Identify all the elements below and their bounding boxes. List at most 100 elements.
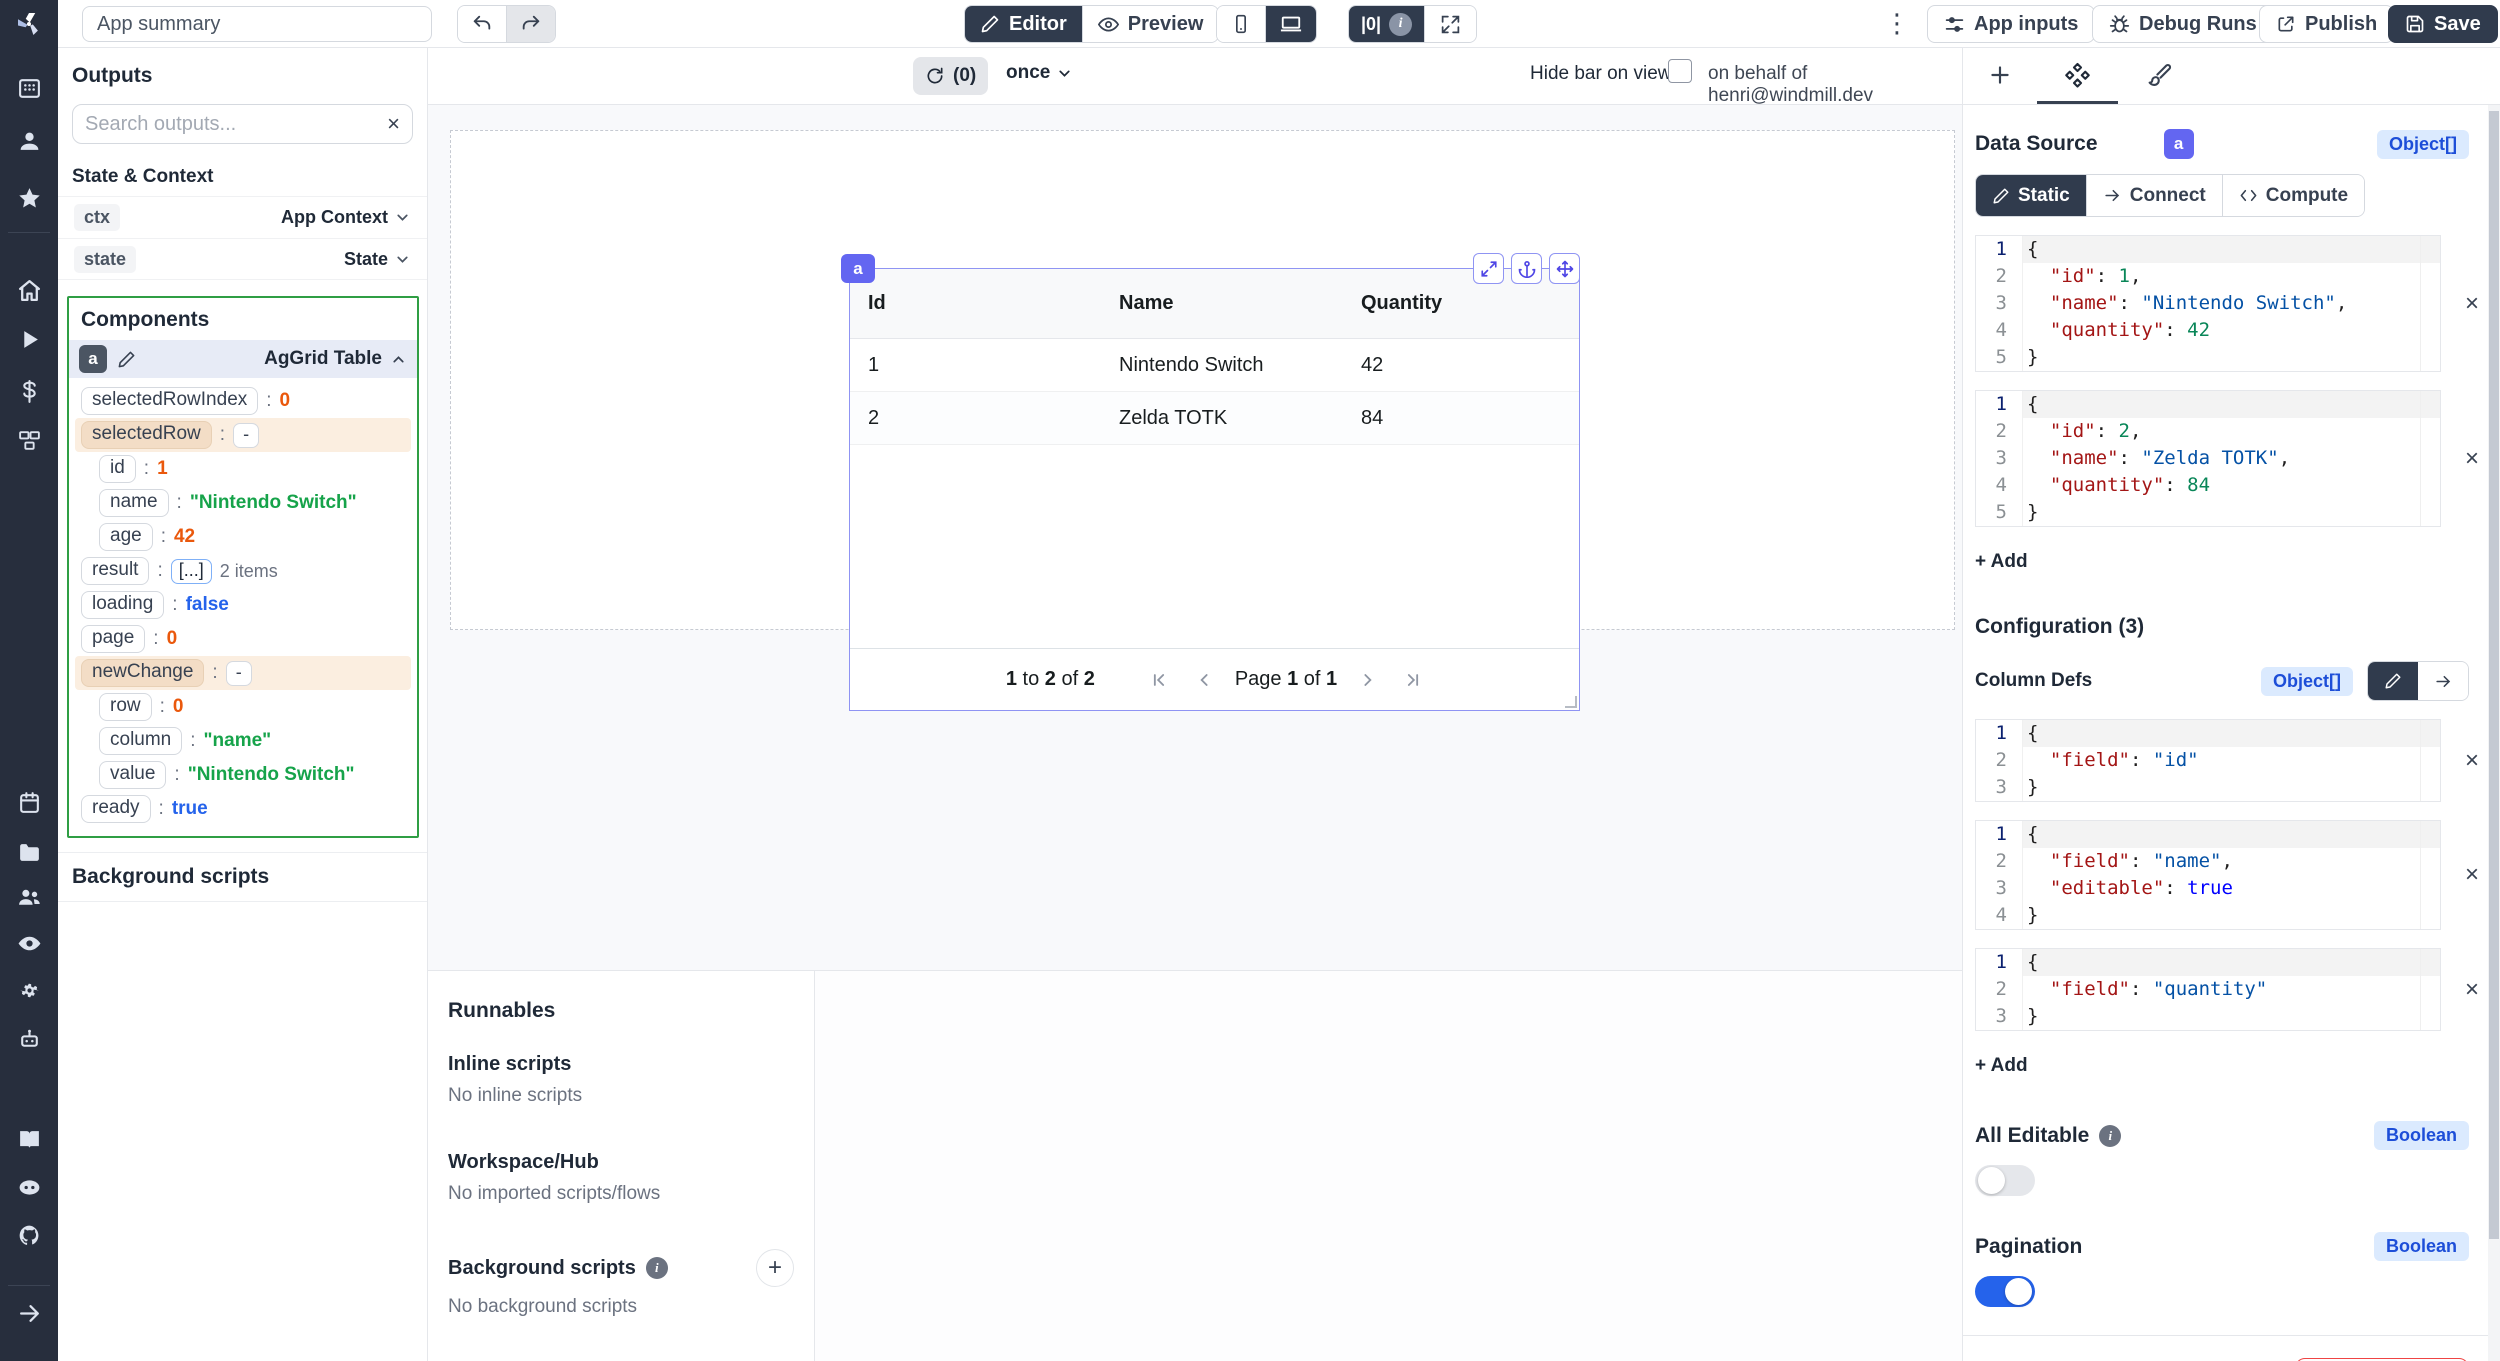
sidebar-item-github[interactable] [0,1220,58,1250]
add-data-item-button[interactable]: + Add [1975,551,2028,573]
styling-tab[interactable] [2147,62,2172,87]
add-background-script-button[interactable]: + [756,1249,794,1287]
remove-item-button[interactable]: × [2465,292,2479,316]
expand-component-button[interactable] [1473,253,1504,284]
editor-mode-button[interactable]: Editor [965,6,1082,42]
sidebar-item-apps[interactable] [0,73,58,103]
schedule-dropdown[interactable]: once [1006,62,1073,84]
refresh-count-button[interactable]: (0) [913,57,988,95]
state-key-chip[interactable]: state [74,246,136,273]
insert-component-tab[interactable] [1987,62,2013,88]
output-expand-array[interactable]: [...] [171,559,212,584]
sidebar-item-home[interactable] [0,275,58,305]
hide-bar-checkbox[interactable] [1668,59,1692,83]
pagination-toggle[interactable] [1975,1276,2035,1307]
output-key-chip[interactable]: name [99,489,169,517]
last-page-button[interactable] [1403,670,1423,690]
save-button[interactable]: Save [2388,5,2498,43]
column-header-id[interactable]: Id [868,292,1119,315]
state-key-chip[interactable]: ctx [74,204,120,231]
prev-page-button[interactable] [1195,670,1215,690]
data-source-editor-2[interactable]: 1{2 "id": 2,3 "name": "Zelda TOTK",4 "qu… [1975,390,2441,527]
next-page-button[interactable] [1357,670,1377,690]
app-inputs-button[interactable]: App inputs [1927,5,2095,43]
column-def-editor-2[interactable]: 1{2 "field": "name",3 "editable": true4} [1975,820,2441,930]
edit-id-icon[interactable] [117,350,136,369]
component-settings-tab[interactable] [2064,62,2091,89]
sidebar-item-play[interactable] [0,324,58,354]
add-column-def-button[interactable]: + Add [1975,1055,2028,1077]
output-key-chip[interactable]: selectedRow [81,421,212,449]
app-summary-input[interactable] [82,6,432,42]
output-key-chip[interactable]: ready [81,795,151,823]
data-source-editor-1[interactable]: 1{2 "id": 1,3 "name": "Nintendo Switch",… [1975,235,2441,372]
output-key-chip[interactable]: page [81,625,145,653]
sidebar-item-users[interactable] [0,882,58,912]
sidebar-item-folder[interactable] [0,837,58,867]
first-page-button[interactable] [1149,670,1169,690]
compute-tab[interactable]: Compute [2222,175,2364,216]
output-key-chip[interactable]: loading [81,591,164,619]
move-component-button[interactable] [1549,253,1580,284]
sidebar-item-discord[interactable] [0,1172,58,1202]
column-def-editor-3[interactable]: 1{2 "field": "quantity"3} [1975,948,2441,1031]
table-row[interactable]: 1Nintendo Switch42 [850,339,1579,392]
remove-item-button[interactable]: × [2465,749,2479,773]
aggrid-table-component[interactable]: a IdNameQuantity 1Nintendo Switch422Zeld… [849,268,1580,711]
sidebar-item-blocks[interactable] [0,425,58,455]
output-key-chip[interactable]: row [99,693,152,721]
state-row-state[interactable]: stateState [58,238,427,280]
sidebar-item-book[interactable] [0,1124,58,1154]
inline-scripts-title: Inline scripts [448,1053,794,1076]
component-type-label[interactable]: AgGrid Table [264,348,407,370]
sidebar-item-gear[interactable] [0,975,58,1005]
search-outputs-input[interactable] [85,113,387,136]
column-header-quantity[interactable]: Quantity [1361,292,1579,315]
column-header-name[interactable]: Name [1119,292,1361,315]
sidebar-item-calendar[interactable] [0,787,58,817]
preview-mode-button[interactable]: Preview [1082,6,1219,42]
output-key-chip[interactable]: column [99,727,182,755]
connect-mode-button[interactable] [2418,662,2468,700]
fullscreen-button[interactable] [1424,6,1476,42]
remove-item-button[interactable]: × [2465,863,2479,887]
table-row[interactable]: 2Zelda TOTK84 [850,392,1579,445]
sidebar-item-dollar[interactable] [0,376,58,406]
component-header[interactable]: a AgGrid Table [69,340,417,378]
sidebar-item-robot[interactable] [0,1024,58,1054]
output-key-chip[interactable]: result [81,557,149,585]
zero-padding-toggle[interactable]: |0| i [1349,6,1424,42]
column-def-editor-1[interactable]: 1{2 "field": "id"3} [1975,719,2441,802]
desktop-view-button[interactable] [1265,6,1316,42]
redo-button[interactable] [506,6,555,42]
publish-button[interactable]: Publish [2259,5,2394,43]
apps-icon [17,76,42,101]
resize-handle[interactable] [1565,696,1577,708]
debug-runs-button[interactable]: Debug Runs [2092,5,2274,43]
mobile-view-button[interactable] [1217,6,1265,42]
output-key-chip[interactable]: value [99,761,166,789]
anchor-component-button[interactable] [1511,253,1542,284]
canvas-grid[interactable]: a IdNameQuantity 1Nintendo Switch422Zeld… [450,130,1955,630]
component-badge[interactable]: a [841,254,875,283]
more-menu-button[interactable]: ⋮ [1884,8,1910,39]
sidebar-item-star[interactable] [0,183,58,213]
output-key-chip[interactable]: age [99,523,153,551]
static-tab[interactable]: Static [1976,175,2086,216]
undo-button[interactable] [458,6,506,42]
output-key-chip[interactable]: id [99,455,136,483]
windmill-logo[interactable] [0,0,58,48]
output-key-chip[interactable]: newChange [81,659,204,687]
connect-tab[interactable]: Connect [2086,175,2222,216]
remove-item-button[interactable]: × [2465,978,2479,1002]
remove-item-button[interactable]: × [2465,447,2479,471]
clear-search-icon[interactable]: × [387,113,400,135]
sidebar-item-arrow-right[interactable] [0,1298,58,1328]
output-key-chip[interactable]: selectedRowIndex [81,387,258,415]
state-row-ctx[interactable]: ctxApp Context [58,196,427,238]
all-editable-toggle[interactable] [1975,1165,2035,1196]
edit-mode-button[interactable] [2368,662,2418,700]
sidebar-item-user[interactable] [0,126,58,156]
panel-scrollbar[interactable] [2488,105,2500,1361]
sidebar-item-eye[interactable] [0,928,58,958]
